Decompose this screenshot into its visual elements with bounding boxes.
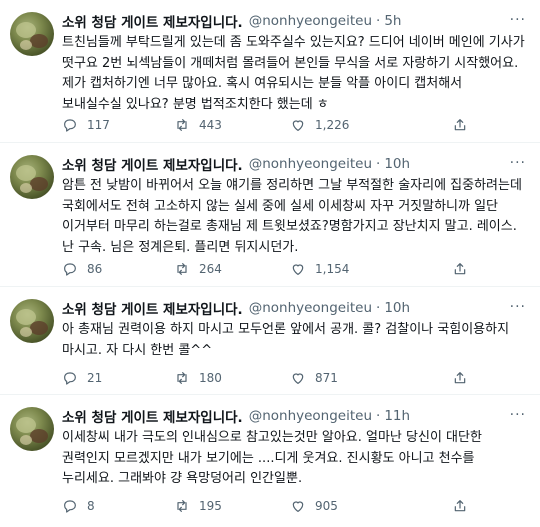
retweet-button[interactable]: 195 <box>174 496 222 516</box>
tweet-header: 소위 청담 게이트 제보자입니다. @nonhyeongeiteu · 5h <box>62 11 401 31</box>
display-name[interactable]: 소위 청담 게이트 제보자입니다. <box>62 406 243 426</box>
reply-icon <box>64 500 76 513</box>
display-name[interactable]: 소위 청담 게이트 제보자입니다. <box>62 298 243 318</box>
retweet-button[interactable]: 180 <box>174 368 222 388</box>
tweet[interactable]: 소위 청담 게이트 제보자입니다. @nonhyeongeiteu · 11h … <box>0 395 540 527</box>
user-handle[interactable]: @nonhyeongeiteu <box>249 13 372 29</box>
tweet-actions: 117 443 1,226 <box>62 115 526 135</box>
tweet[interactable]: 소위 청담 게이트 제보자입니다. @nonhyeongeiteu · 10h … <box>0 143 540 287</box>
tweet-actions: 21 180 871 <box>62 368 526 388</box>
separator-dot: · <box>376 13 381 29</box>
tweet-text: 암튼 전 낮밤이 바뀌어서 오늘 얘기를 정리하면 그날 부적절한 술자리에 집… <box>62 178 522 255</box>
like-count: 871 <box>315 371 338 385</box>
reply-icon <box>64 372 76 385</box>
share-button[interactable] <box>452 368 468 388</box>
more-icon[interactable]: ··· <box>510 155 526 171</box>
reply-button[interactable]: 8 <box>62 496 95 516</box>
like-count: 1,226 <box>315 118 350 132</box>
share-button[interactable] <box>452 259 468 279</box>
reply-count: 117 <box>87 118 110 132</box>
share-button[interactable] <box>452 115 468 135</box>
reply-icon <box>64 119 76 132</box>
more-icon[interactable]: ··· <box>510 299 526 315</box>
retweet-count: 264 <box>199 262 222 276</box>
like-button[interactable]: 1,154 <box>290 259 349 279</box>
reply-button[interactable]: 21 <box>62 368 102 388</box>
avatar[interactable] <box>10 299 54 343</box>
user-handle[interactable]: @nonhyeongeiteu <box>249 300 372 316</box>
retweet-button[interactable]: 264 <box>174 259 222 279</box>
like-button[interactable]: 871 <box>290 368 338 388</box>
like-icon <box>292 501 304 512</box>
separator-dot: · <box>376 300 381 316</box>
tweet-actions: 86 264 1,154 <box>62 259 526 279</box>
tweet[interactable]: 소위 청담 게이트 제보자입니다. @nonhyeongeiteu · 5h ·… <box>0 0 540 143</box>
tweet[interactable]: 소위 청담 게이트 제보자입니다. @nonhyeongeiteu · 10h … <box>0 287 540 395</box>
timestamp[interactable]: 11h <box>384 408 410 424</box>
like-count: 1,154 <box>315 262 350 276</box>
retweet-icon <box>177 119 187 131</box>
display-name[interactable]: 소위 청담 게이트 제보자입니다. <box>62 154 243 174</box>
avatar[interactable] <box>10 155 54 199</box>
share-icon <box>454 500 466 512</box>
avatar[interactable] <box>10 12 54 56</box>
share-icon <box>454 372 466 384</box>
like-count: 905 <box>315 499 338 513</box>
like-button[interactable]: 1,226 <box>290 115 349 135</box>
tweet-header: 소위 청담 게이트 제보자입니다. @nonhyeongeiteu · 10h <box>62 298 410 318</box>
like-icon <box>292 373 304 384</box>
retweet-icon <box>177 372 187 384</box>
timestamp[interactable]: 10h <box>384 156 410 172</box>
tweet-header: 소위 청담 게이트 제보자입니다. @nonhyeongeiteu · 11h <box>62 406 410 426</box>
tweet-header: 소위 청담 게이트 제보자입니다. @nonhyeongeiteu · 10h <box>62 154 410 174</box>
avatar[interactable] <box>10 407 54 451</box>
tweet-actions: 8 195 905 <box>62 496 526 516</box>
user-handle[interactable]: @nonhyeongeiteu <box>249 408 372 424</box>
share-icon <box>454 263 466 275</box>
separator-dot: · <box>376 156 381 172</box>
tweet-text: 트친님들께 부탁드릴게 있는데 좀 도와주실수 있는지요? 드디어 네이버 메인… <box>62 35 525 112</box>
display-name[interactable]: 소위 청담 게이트 제보자입니다. <box>62 11 243 31</box>
retweet-button[interactable]: 443 <box>174 115 222 135</box>
reply-count: 21 <box>87 371 103 385</box>
retweet-count: 443 <box>199 118 222 132</box>
more-icon[interactable]: ··· <box>510 407 526 423</box>
tweet-feed: 소위 청담 게이트 제보자입니다. @nonhyeongeiteu · 5h ·… <box>0 0 540 527</box>
share-icon <box>454 119 466 131</box>
reply-count: 86 <box>87 262 103 276</box>
timestamp[interactable]: 5h <box>384 13 401 29</box>
share-button[interactable] <box>452 496 468 516</box>
more-icon[interactable]: ··· <box>510 12 526 28</box>
retweet-count: 180 <box>199 371 222 385</box>
like-button[interactable]: 905 <box>290 496 338 516</box>
timestamp[interactable]: 10h <box>384 300 410 316</box>
like-icon <box>292 120 304 131</box>
reply-icon <box>64 263 76 276</box>
reply-button[interactable]: 117 <box>62 115 110 135</box>
reply-button[interactable]: 86 <box>62 259 102 279</box>
retweet-icon <box>177 500 187 512</box>
tweet-text: 이세창씨 내가 극도의 인내심으로 참고있는것만 알아요. 얼마난 당신이 대단… <box>62 430 482 486</box>
retweet-count: 195 <box>199 499 222 513</box>
user-handle[interactable]: @nonhyeongeiteu <box>249 156 372 172</box>
retweet-icon <box>177 263 187 275</box>
like-icon <box>292 264 304 275</box>
separator-dot: · <box>376 408 381 424</box>
reply-count: 8 <box>87 499 95 513</box>
tweet-text: 아 총재님 권력이용 하지 마시고 모두언론 앞에서 공개. 콜? 검찰이나 국… <box>62 322 510 358</box>
